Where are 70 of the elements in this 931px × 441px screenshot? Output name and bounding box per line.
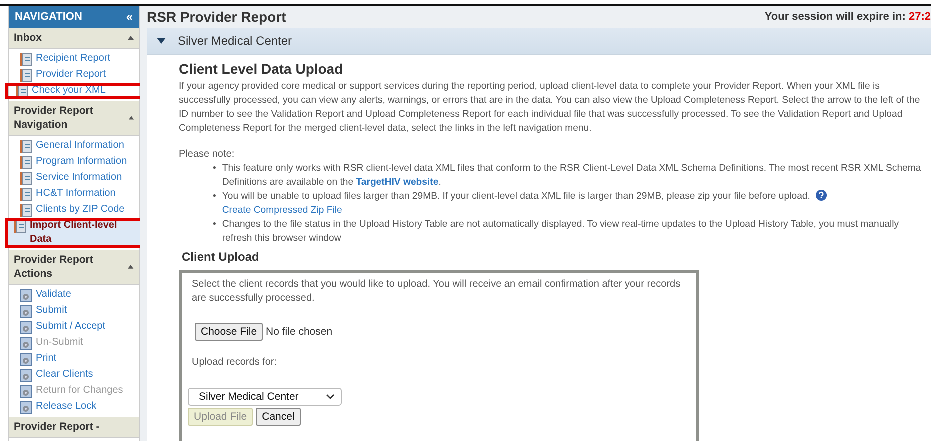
nav-item[interactable]: Import Client-level Data (5, 218, 143, 248)
upload-instructions: Select the client records that you would like to upload. You will receive an email confirmation after your records are successfully processed. (192, 278, 682, 306)
gear-document-icon (20, 289, 32, 302)
nav-item[interactable]: General Information (9, 138, 139, 154)
chevron-down-icon (326, 394, 335, 400)
report-icon (20, 204, 32, 217)
nav-item[interactable]: Submit (9, 303, 139, 319)
expand-triangle-icon (157, 38, 166, 44)
nav-item[interactable]: Recipient Report (9, 51, 139, 67)
section-title: Provider Report - (14, 420, 100, 434)
records-label: Upload records for: (192, 356, 278, 370)
section-title: Provider Report Actions (14, 253, 94, 281)
collapse-triangle-icon[interactable] (128, 116, 134, 120)
gear-document-icon (20, 401, 32, 414)
help-icon (816, 190, 828, 201)
bullet: • (213, 218, 216, 232)
zip-file-link[interactable]: Create Compressed Zip File (222, 205, 342, 216)
file-status: No file chosen (266, 326, 333, 338)
website-link[interactable]: TargetHIV website (356, 177, 439, 188)
choose-file-button[interactable]: Choose File (195, 323, 264, 341)
nav-item[interactable]: Check your XML (5, 83, 143, 99)
collapse-triangle-icon[interactable] (128, 265, 134, 269)
nav-item[interactable]: Submit / Accept (9, 319, 139, 335)
section-header[interactable]: Provider Report Navigation (9, 101, 139, 136)
gear-document-icon (20, 337, 32, 350)
gear-document-icon (20, 369, 32, 382)
nav-item[interactable]: Service Information (9, 170, 139, 186)
nav-item[interactable]: Program Information (9, 154, 139, 170)
nav-item[interactable]: Validate (9, 287, 139, 303)
bullet: • (213, 190, 216, 204)
gear-document-icon (20, 321, 32, 334)
nav-item[interactable]: Provider Report (9, 67, 139, 83)
cancel-button[interactable]: Cancel (256, 408, 301, 426)
note-item: Changes to the file status in the Upload History Table are not automatically displayed. To view real-time updates to the Upload History Table, you must manually refresh this browser window (222, 218, 900, 246)
nav-item[interactable]: HC&T Information (9, 186, 139, 202)
nav-item[interactable]: Clients by ZIP Code (9, 202, 139, 218)
report-icon (20, 53, 32, 66)
section-heading: Client Level Data Upload (179, 61, 344, 77)
report-icon (16, 85, 28, 98)
intro-paragraph: If your agency provided core medical or support services during the reporting period, upload client-level data to complete your Provider Report. When your XML file is successfully processed, you can view any alerts, warnings, or errors that are in the data. You can also view the Upload Completeness Report. Select the arrow to the left of the ID number to see the Validation Report and Upload Completeness Report for each individual file that was successfully processed. To see the Validation Report and Upload Completeness Report for the merged client-level data, select the links in the left navigation menu. (179, 80, 922, 136)
records-dropdown[interactable]: Silver Medical Center (188, 388, 342, 406)
panel-header[interactable]: Silver Medical Center (147, 28, 931, 55)
nav-item[interactable]: Release Lock (9, 399, 139, 415)
session-timer: Your session will expire in: 27:2 (764, 11, 931, 23)
nav-item[interactable]: Clear Clients (9, 367, 139, 383)
note-label: Please note: (179, 148, 236, 162)
report-icon (20, 69, 32, 82)
report-icon (14, 220, 26, 233)
section-header[interactable]: Provider Report Actions (9, 250, 139, 285)
bullet: • (213, 162, 216, 176)
navigation-title: NAVIGATION (15, 11, 82, 23)
client-upload-heading: Client Upload (182, 250, 260, 264)
note-item: You will be unable to upload files larger than 29MB. If your client-level data XML file is larger than 29MB, please zip your file before upload. Create Compressed Zip File (222, 190, 929, 218)
report-icon (20, 172, 32, 185)
page-title: RSR Provider Report (147, 9, 286, 25)
collapse-button[interactable]: « (126, 10, 133, 24)
panel-title: Silver Medical Center (178, 34, 292, 48)
gear-document-icon (20, 385, 32, 398)
report-icon (20, 140, 32, 153)
gear-document-icon (20, 353, 32, 366)
collapse-triangle-icon[interactable] (128, 36, 134, 40)
section-header[interactable]: Inbox (9, 28, 139, 49)
nav-item[interactable]: Print (9, 351, 139, 367)
report-icon (20, 156, 32, 169)
report-icon (20, 188, 32, 201)
section-title: Inbox (14, 31, 42, 45)
note-item: This feature only works with RSR client-level data XML files that conform to the RSR Client-Level Data XML Schema Definitions. The most recent RSR XML Schema Definitions are available on the TargetHIV website. (222, 162, 922, 190)
section-header[interactable]: Provider Report - (9, 417, 139, 438)
section-title: Provider Report Navigation (14, 104, 94, 132)
gear-document-icon (20, 305, 32, 318)
